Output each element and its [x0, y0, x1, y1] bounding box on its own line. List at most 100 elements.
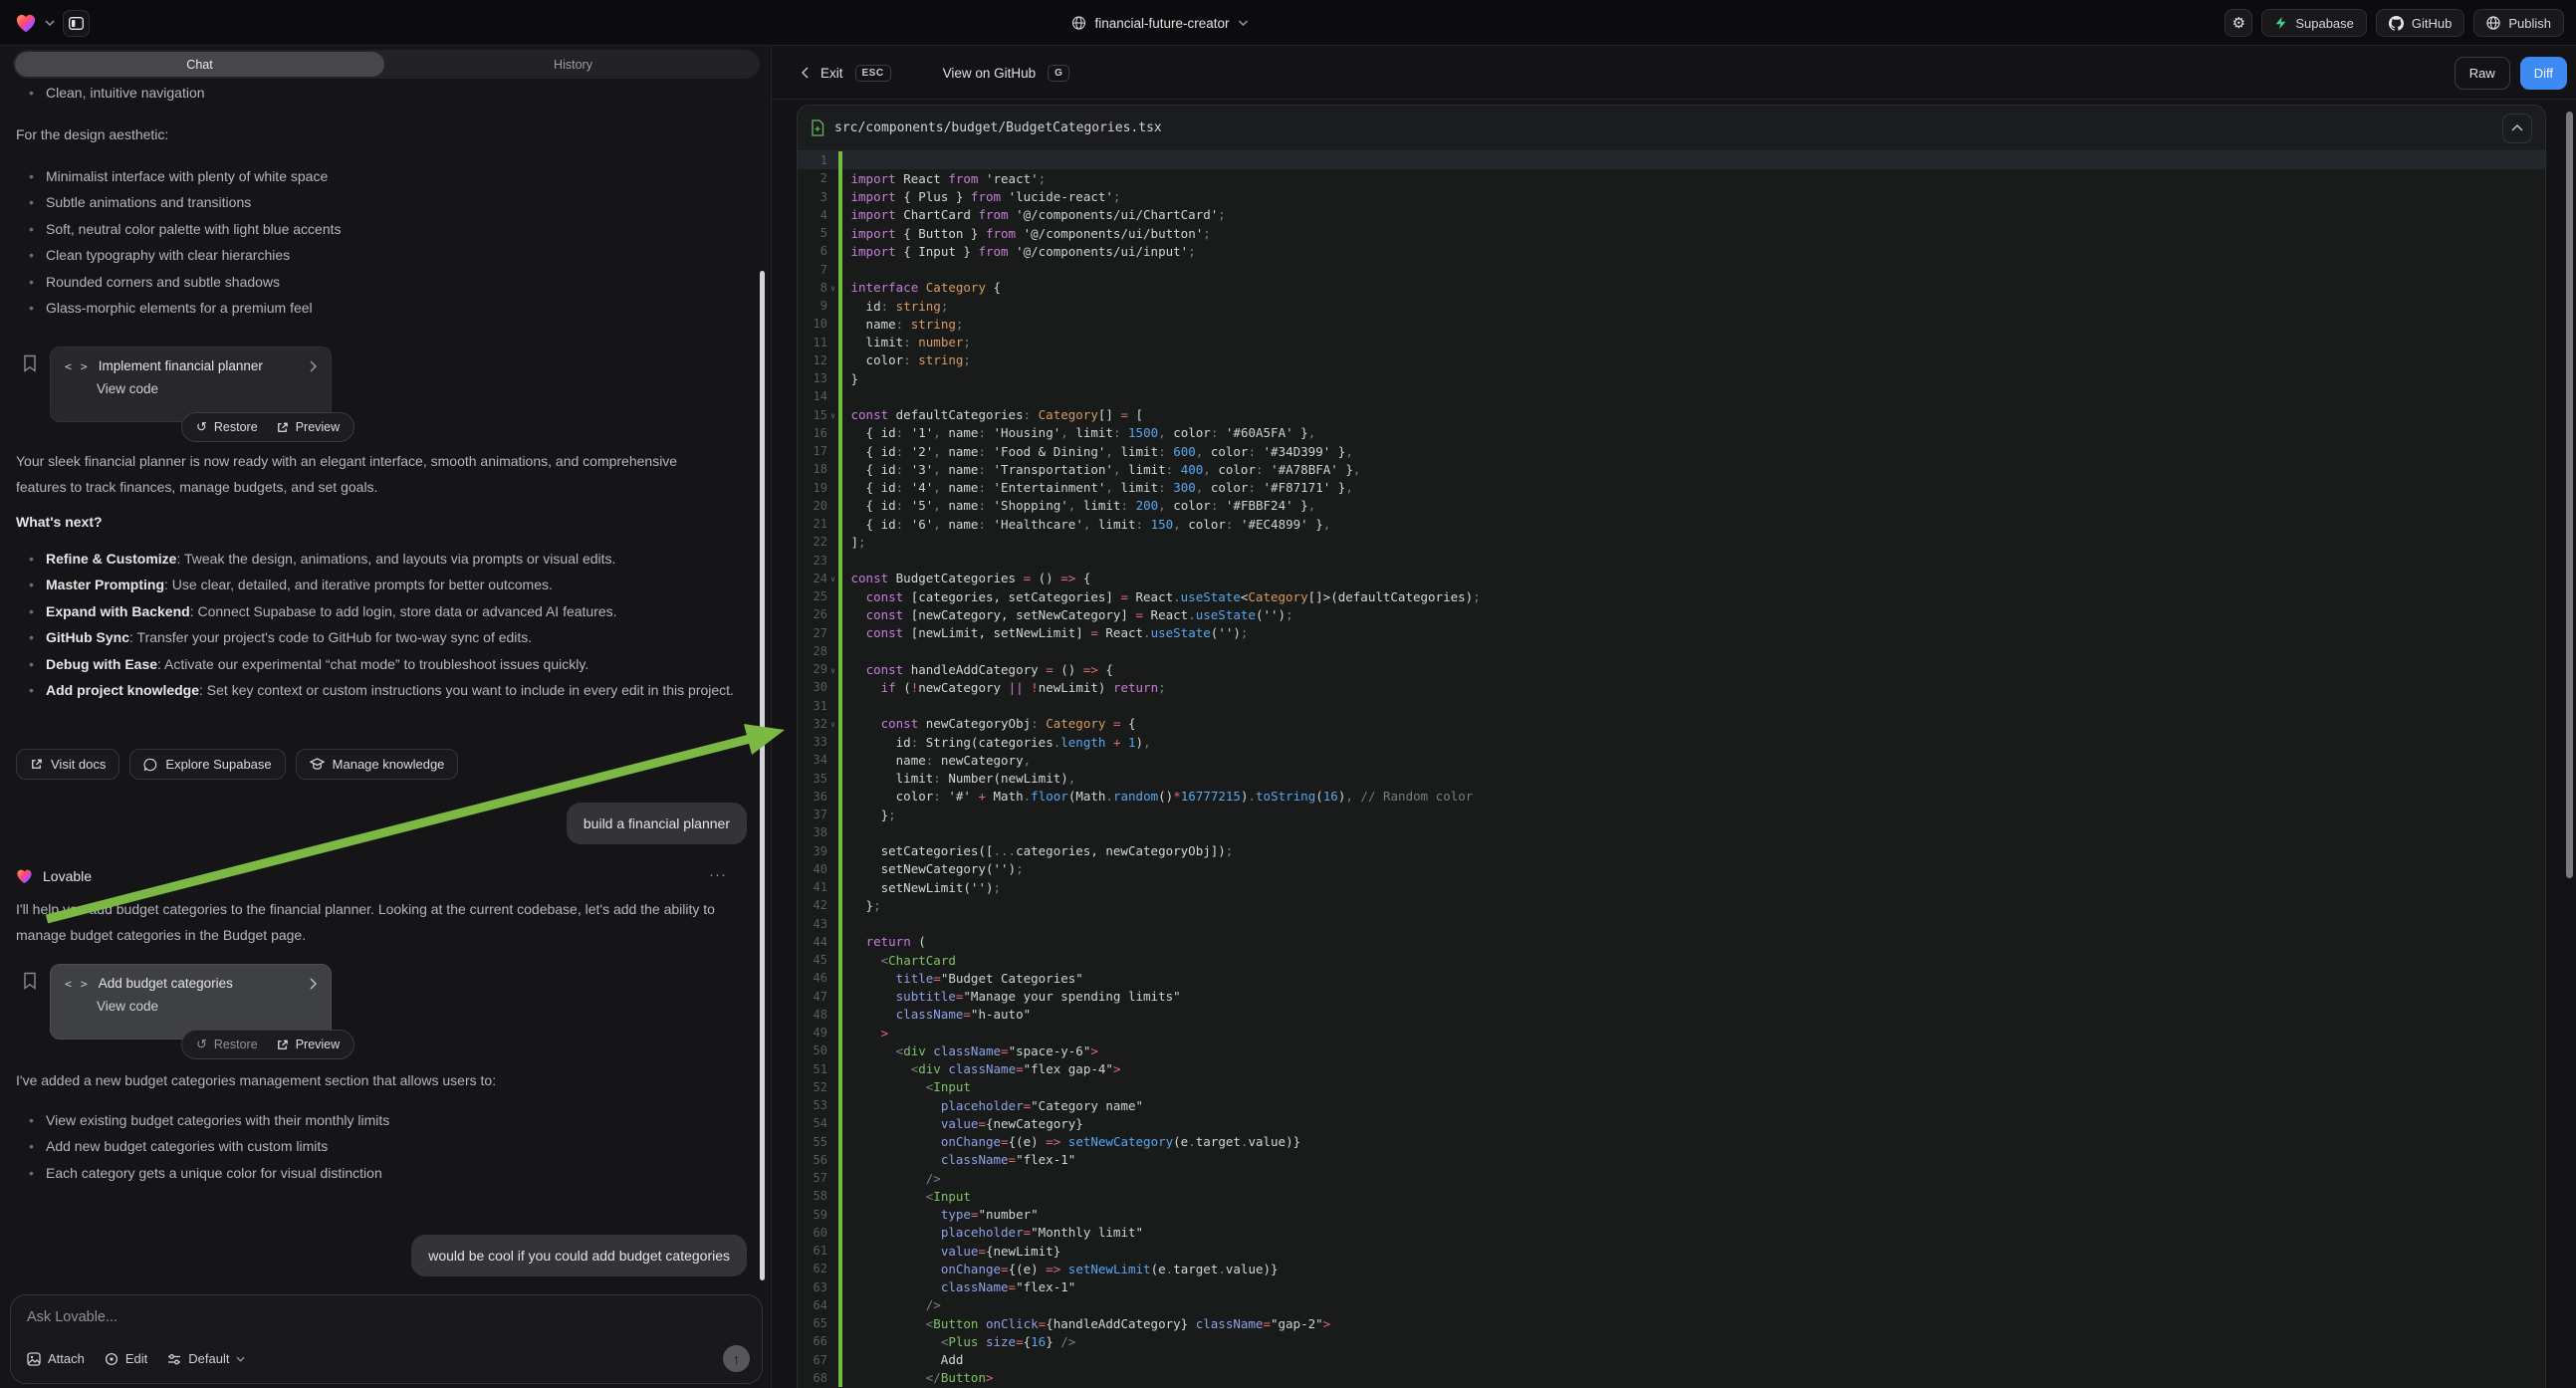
external-link-icon	[30, 758, 43, 771]
version-actions: ↺ Restore Preview	[181, 1030, 354, 1059]
globe-icon	[2486, 16, 2500, 30]
restore-button[interactable]: ↺ Restore	[187, 413, 267, 441]
code-line: 26 const [newCategory, setNewCategory] =…	[798, 605, 2545, 623]
bookmark-icon[interactable]	[23, 354, 37, 372]
code-toolbar: Exit ESC View on GitHub G Raw Diff	[772, 46, 2576, 100]
code-line: 22];	[798, 533, 2545, 551]
code-line: 5import { Button } from '@/components/ui…	[798, 224, 2545, 242]
code-line: 58 <Input	[798, 1187, 2545, 1205]
list-item: Each category gets a unique color for vi…	[16, 1160, 725, 1186]
code-icon: < >	[65, 359, 89, 373]
list-item: View existing budget categories with the…	[16, 1107, 725, 1133]
send-button[interactable]: ↑	[723, 1345, 750, 1372]
file-header[interactable]: src/components/budget/BudgetCategories.t…	[798, 106, 2545, 151]
list-item: Soft, neutral color palette with light b…	[16, 216, 725, 242]
diff-toggle-button[interactable]: Diff	[2520, 57, 2567, 90]
manage-knowledge-button[interactable]: Manage knowledge	[296, 749, 459, 780]
code-line: 18 { id: '3', name: 'Transportation', li…	[798, 460, 2545, 478]
code-line: 50 <div className="space-y-6">	[798, 1041, 2545, 1059]
chevron-down-icon[interactable]	[45, 20, 55, 26]
added-bullet-list: View existing budget categories with the…	[16, 1107, 725, 1186]
edit-button[interactable]: Edit	[105, 1351, 147, 1366]
code-line: 11 limit: number;	[798, 334, 2545, 351]
code-panel: Exit ESC View on GitHub G Raw Diff src/c…	[772, 46, 2576, 1388]
supabase-button[interactable]: Supabase	[2261, 9, 2367, 37]
mode-select[interactable]: Default	[167, 1351, 245, 1366]
user-message: would be cool if you could add budget ca…	[411, 1235, 747, 1276]
code-line: 51 <div className="flex gap-4">	[798, 1060, 2545, 1078]
chat-input[interactable]	[27, 1309, 746, 1325]
code-line: 30 if (!newCategory || !newLimit) return…	[798, 678, 2545, 696]
version-card-add-budget-categories[interactable]: < > Add budget categories View code ↺ Re…	[50, 964, 332, 1040]
chevron-down-icon	[236, 1356, 245, 1362]
chat-scrollbar[interactable]	[760, 271, 765, 1280]
tab-chat[interactable]: Chat	[15, 52, 384, 77]
code-line: 27 const [newLimit, setNewLimit] = React…	[798, 624, 2545, 642]
globe-icon	[1071, 16, 1085, 30]
code-line: 6import { Input } from '@/components/ui/…	[798, 242, 2545, 260]
collapse-file-button[interactable]	[2502, 114, 2532, 143]
code-line: 49 >	[798, 1024, 2545, 1041]
user-message: build a financial planner	[567, 803, 747, 844]
github-button[interactable]: GitHub	[2376, 9, 2464, 37]
publish-button[interactable]: Publish	[2473, 9, 2564, 37]
code-line: 38	[798, 823, 2545, 841]
code-line: 16 { id: '1', name: 'Housing', limit: 15…	[798, 424, 2545, 442]
code-line: 25 const [categories, setCategories] = R…	[798, 587, 2545, 605]
visit-docs-button[interactable]: Visit docs	[16, 749, 119, 780]
sidebar-toggle-button[interactable]	[63, 10, 90, 37]
code-line: 39 setCategories([...categories, newCate…	[798, 842, 2545, 860]
code-line: 53 placeholder="Category name"	[798, 1096, 2545, 1114]
project-switcher[interactable]: financial-future-creator	[1071, 0, 1248, 46]
graduation-cap-icon	[310, 758, 325, 771]
code-scrollbar[interactable]	[2566, 112, 2573, 878]
restore-button[interactable]: ↺ Restore	[187, 1031, 267, 1058]
preview-button[interactable]: Preview	[267, 1031, 349, 1058]
list-item: Add project knowledge: Set key context o…	[16, 677, 753, 703]
more-options-icon[interactable]: ···	[709, 866, 727, 883]
external-link-icon	[276, 1039, 289, 1051]
view-code-link[interactable]: View code	[97, 999, 317, 1014]
list-item: Expand with Backend: Connect Supabase to…	[16, 598, 753, 624]
code-line: 12 color: string;	[798, 351, 2545, 369]
code-line: 1	[798, 151, 2545, 169]
list-item: Rounded corners and subtle shadows	[16, 269, 725, 295]
lovable-logo-icon[interactable]	[15, 13, 37, 33]
list-item: Clean, intuitive navigation	[16, 80, 725, 106]
view-code-link[interactable]: View code	[97, 381, 317, 396]
code-line: 60 placeholder="Monthly limit"	[798, 1224, 2545, 1242]
chevron-up-icon	[2511, 124, 2523, 131]
code-line: 15∨const defaultCategories: Category[] =…	[798, 406, 2545, 424]
feature-list-top: Clean, intuitive navigation	[16, 80, 725, 106]
list-item: Master Prompting: Use clear, detailed, a…	[16, 572, 753, 597]
explore-supabase-button[interactable]: Explore Supabase	[129, 749, 285, 780]
chevron-right-icon	[310, 360, 317, 372]
chevron-left-icon[interactable]	[802, 67, 809, 79]
code-line: 19 { id: '4', name: 'Entertainment', lim…	[798, 479, 2545, 497]
code-line: 68 </Button>	[798, 1369, 2545, 1387]
tab-history[interactable]: History	[388, 52, 758, 77]
version-card-implement-financial-planner[interactable]: < > Implement financial planner View cod…	[50, 347, 332, 422]
version-actions: ↺ Restore Preview	[181, 412, 354, 442]
attach-button[interactable]: Attach	[27, 1351, 85, 1366]
version-card-title: Add budget categories	[99, 976, 233, 991]
preview-button[interactable]: Preview	[267, 413, 349, 441]
code-line: 9 id: string;	[798, 297, 2545, 315]
exit-button[interactable]: Exit	[820, 66, 843, 81]
supabase-icon	[2274, 16, 2287, 30]
code-line: 29∨ const handleAddCategory = () => {	[798, 660, 2545, 678]
settings-button[interactable]: ⚙	[2225, 9, 2252, 37]
code-line: 21 { id: '6', name: 'Healthcare', limit:…	[798, 515, 2545, 533]
code-line: 2import React from 'react';	[798, 169, 2545, 187]
chat-bubble-icon	[143, 758, 157, 772]
chevron-down-icon	[1239, 20, 1249, 26]
list-item: Add new budget categories with custom li…	[16, 1133, 725, 1159]
code-line: 63 className="flex-1"	[798, 1278, 2545, 1296]
project-name: financial-future-creator	[1094, 16, 1229, 31]
raw-toggle-button[interactable]: Raw	[2455, 57, 2510, 90]
g-key-badge: G	[1048, 65, 1069, 82]
view-on-github-button[interactable]: View on GitHub	[943, 66, 1037, 81]
whats-next-heading: What's next?	[16, 514, 725, 530]
bookmark-icon[interactable]	[23, 972, 37, 990]
external-link-icon	[276, 421, 289, 434]
